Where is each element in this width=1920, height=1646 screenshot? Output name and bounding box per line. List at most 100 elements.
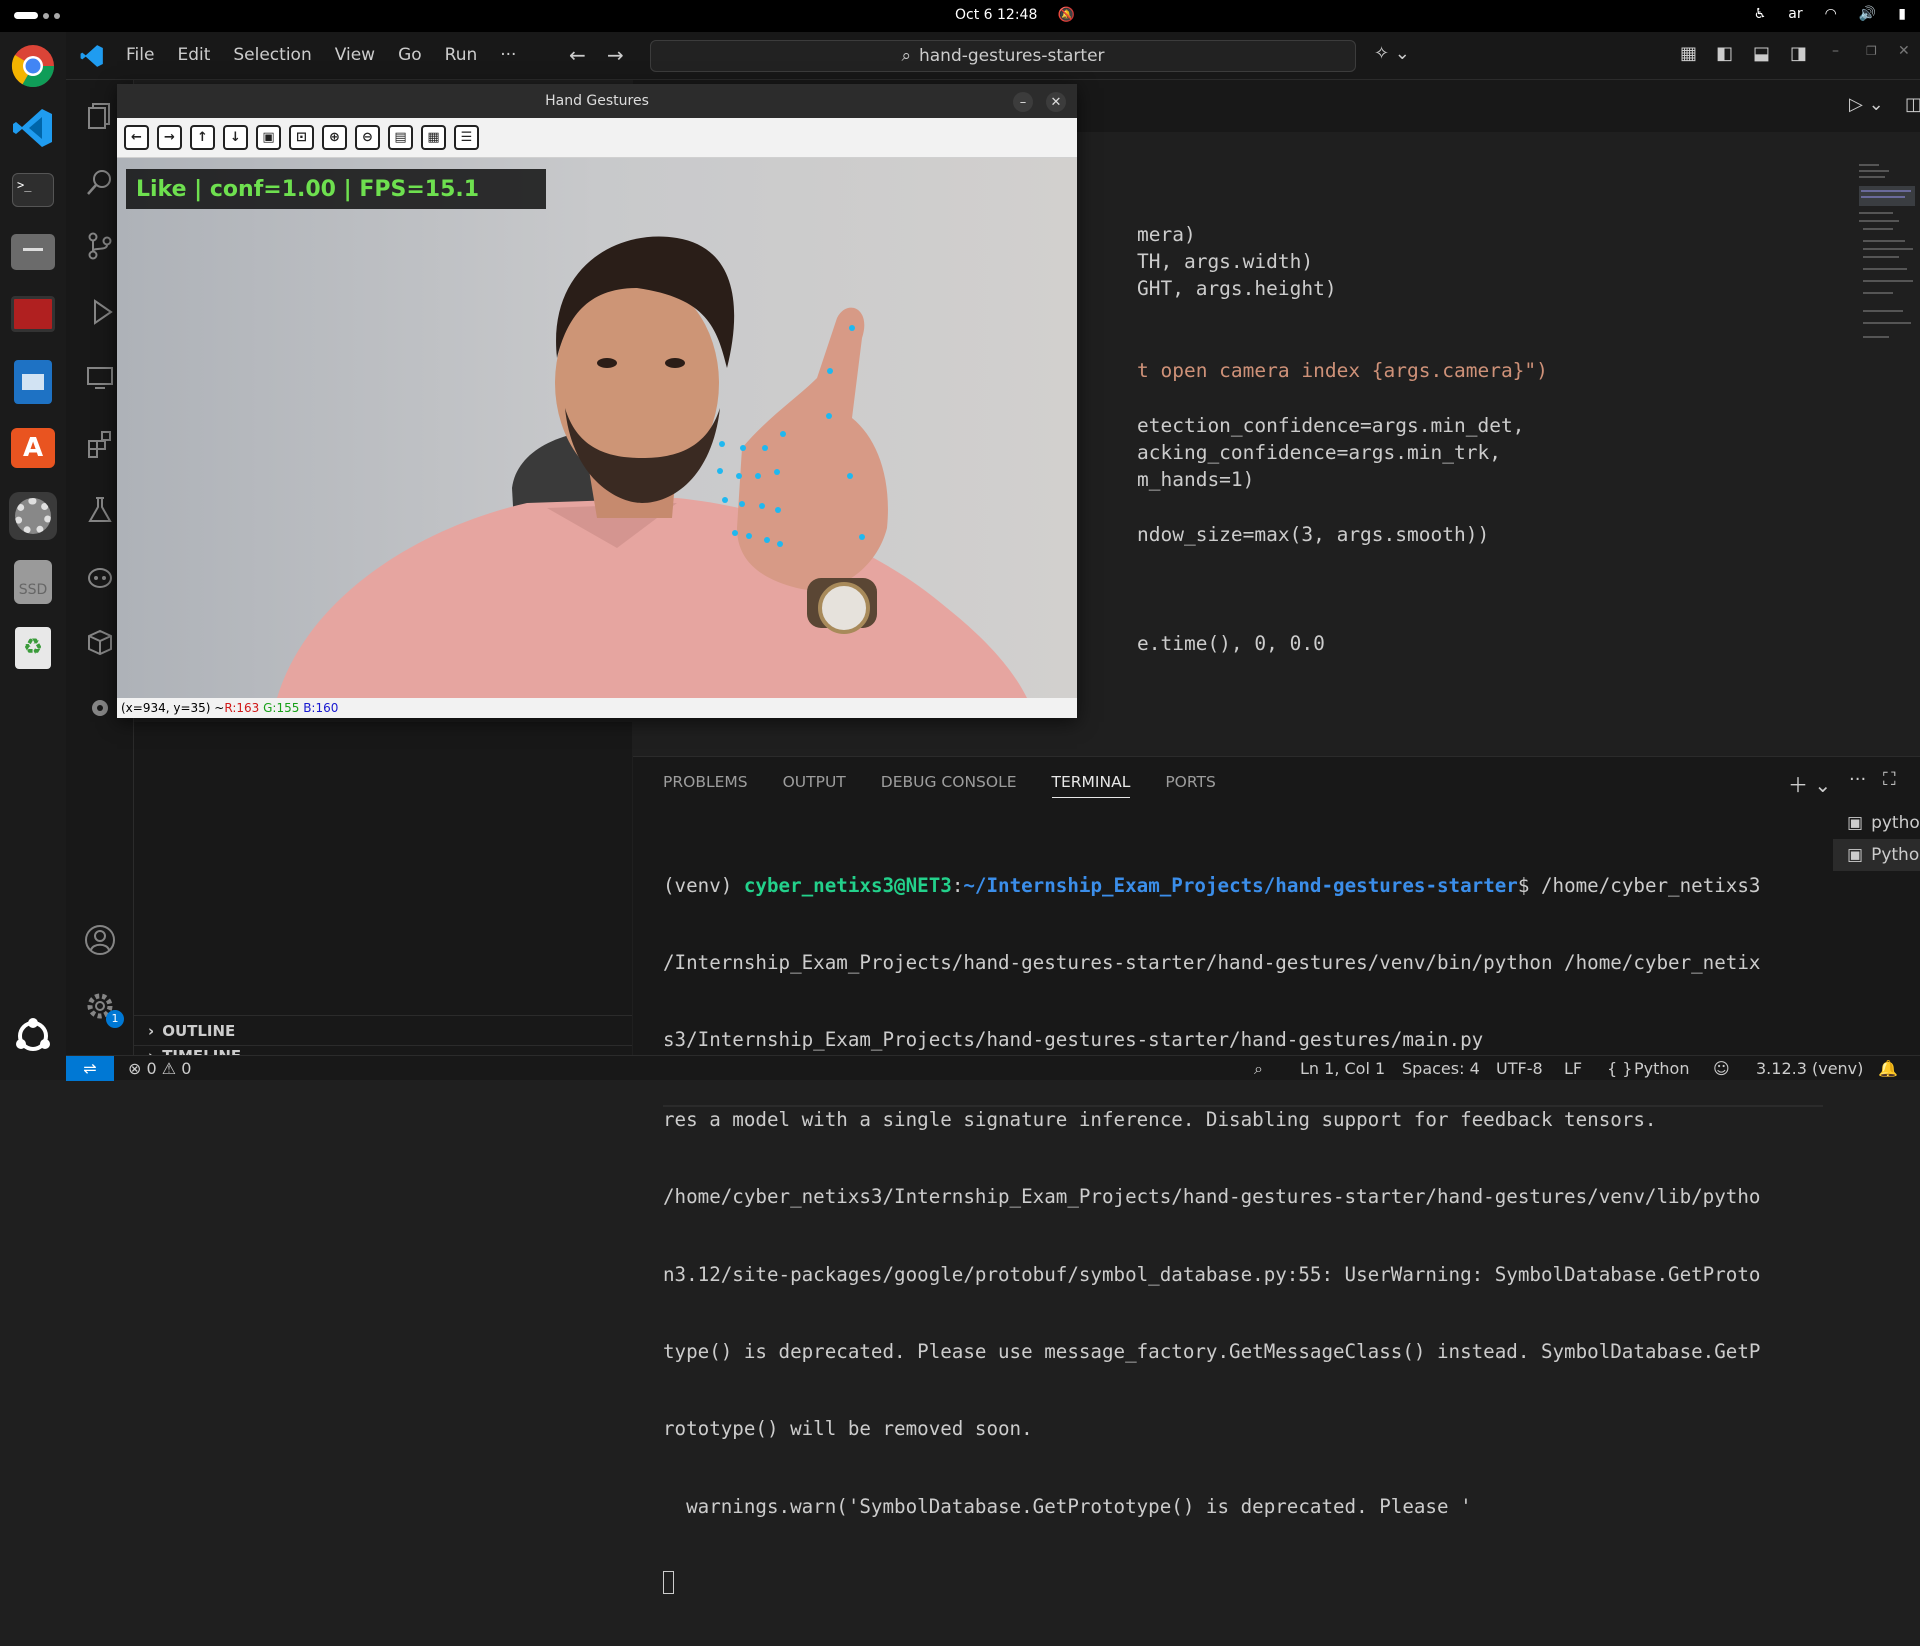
webcam-frame[interactable]: Like | conf=1.00 | FPS=15.1	[117, 158, 1077, 698]
battery-icon[interactable]: ▮	[1898, 6, 1906, 22]
hand-gestures-window[interactable]: Hand Gestures – ✕ ← → ↑ ↓ ▣ ⊡ ⊕ ⊖ ▤ ▦ ☰	[117, 84, 1077, 718]
activities-indicator[interactable]	[14, 12, 60, 19]
zoom-icon[interactable]: ⌕	[1254, 1059, 1263, 1079]
wifi-icon[interactable]: ◠	[1825, 6, 1837, 22]
chrome-icon[interactable]	[9, 42, 57, 90]
settings-icon[interactable]	[9, 492, 57, 540]
run-python-icon[interactable]: ▷ ⌄	[1849, 94, 1884, 115]
accessibility-icon[interactable]: ♿	[1754, 6, 1767, 22]
zoom-out-icon[interactable]: ⊖	[355, 125, 380, 150]
new-terminal-icon[interactable]: ＋ ⌄	[1788, 769, 1831, 798]
language-braces-icon[interactable]: { }	[1607, 1059, 1632, 1078]
indentation[interactable]: Spaces: 4	[1402, 1059, 1480, 1078]
menu-edit[interactable]: Edit	[177, 45, 210, 65]
tab-problems[interactable]: PROBLEMS	[663, 773, 748, 798]
code-line: t open camera index {args.camera}")	[1137, 359, 1548, 382]
copy-icon[interactable]: ▦	[421, 125, 446, 150]
maximize-icon[interactable]: ❐	[1866, 44, 1877, 58]
pan-right-icon[interactable]: →	[157, 125, 182, 150]
remote-explorer-icon[interactable]	[80, 358, 120, 398]
code-line: mera)	[1137, 223, 1196, 246]
terminal-line: /Internship_Exam_Projects/hand-gestures-…	[663, 950, 1761, 974]
toggle-secondary-sidebar-icon[interactable]: ◨	[1790, 43, 1807, 64]
remote-indicator-icon[interactable]: ⇌	[66, 1056, 114, 1081]
volume-icon[interactable]: 🔊	[1859, 6, 1876, 22]
containers-icon[interactable]	[80, 622, 120, 662]
window-title[interactable]: Hand Gestures	[117, 84, 1077, 118]
panel-more-icon[interactable]: ···	[1849, 769, 1866, 790]
search-view-icon[interactable]	[80, 162, 120, 202]
toggle-panel-icon[interactable]: ⬓	[1753, 43, 1770, 64]
properties-icon[interactable]: ☰	[454, 125, 479, 150]
terminal-output[interactable]: (venv) cyber_netixs3@NET3:~/Internship_E…	[663, 821, 1823, 1646]
vscode-icon[interactable]	[9, 104, 57, 152]
menu-go[interactable]: Go	[398, 45, 422, 65]
back-arrow-icon[interactable]: ←	[569, 43, 586, 67]
command-center-search[interactable]: ⌕ hand-gestures-starter	[650, 40, 1356, 72]
screen-recorder-icon[interactable]	[9, 290, 57, 338]
terminal-item-python3[interactable]: ▣python3...	[1833, 807, 1920, 839]
tab-output[interactable]: OUTPUT	[783, 773, 846, 798]
pan-down-icon[interactable]: ↓	[223, 125, 248, 150]
show-apps-icon[interactable]	[9, 1012, 57, 1060]
status-bar: ⇌ ⊗ 0 ⚠ 0 ⌕ Ln 1, Col 1 Spaces: 4 UTF-8 …	[66, 1055, 1920, 1081]
encoding[interactable]: UTF-8	[1496, 1059, 1543, 1078]
accounts-icon[interactable]	[80, 920, 120, 960]
python-interpreter[interactable]: 3.12.3 (venv)	[1756, 1059, 1863, 1078]
tab-debug-console[interactable]: DEBUG CONSOLE	[881, 773, 1017, 798]
copilot-chat-icon[interactable]	[80, 556, 120, 596]
minimap[interactable]	[1857, 160, 1917, 460]
menu-selection[interactable]: Selection	[233, 45, 311, 65]
language-mode[interactable]: Python	[1634, 1059, 1689, 1078]
maximize-panel-icon[interactable]: ⛶	[1883, 769, 1896, 790]
cursor-position[interactable]: Ln 1, Col 1	[1300, 1059, 1385, 1078]
tab-ports[interactable]: PORTS	[1165, 773, 1216, 798]
system-top-bar: Oct 6 12:48 🔕 ♿ ar ◠ 🔊 ▮	[0, 0, 1920, 32]
close-window-icon[interactable]: ✕	[1898, 43, 1910, 59]
split-editor-icon[interactable]: ◫	[1905, 94, 1920, 115]
trash-icon[interactable]: ♻	[9, 624, 57, 672]
menu-view[interactable]: View	[335, 45, 375, 65]
menu-run[interactable]: Run	[445, 45, 478, 65]
zoom-in-icon[interactable]: ⊕	[322, 125, 347, 150]
pan-up-icon[interactable]: ↑	[190, 125, 215, 150]
manage-gear-icon[interactable]: 1	[80, 986, 124, 1028]
menu-more[interactable]: ···	[500, 45, 516, 65]
toggle-sidebar-icon[interactable]: ◧	[1716, 43, 1733, 64]
app-center-icon[interactable]: A	[9, 424, 57, 472]
terminal-prompt-line: (venv) cyber_netixs3@NET3:~/Internship_E…	[663, 873, 1761, 897]
layout-icon[interactable]: ▦	[1680, 43, 1697, 64]
copilot-icon[interactable]: ✧ ⌄	[1374, 43, 1410, 64]
menu-file[interactable]: File	[126, 45, 154, 65]
explorer-icon[interactable]	[80, 96, 120, 136]
outline-section[interactable]: › OUTLINE	[134, 1015, 632, 1045]
zoom-fit-icon[interactable]: ⊡	[289, 125, 314, 150]
files-icon[interactable]	[9, 228, 57, 276]
clock[interactable]: Oct 6 12:48 🔕	[955, 7, 1075, 23]
tab-terminal[interactable]: TERMINAL	[1051, 773, 1131, 798]
terminal-icon[interactable]: >_	[9, 166, 57, 214]
terminal-item-python[interactable]: ▣Python	[1833, 839, 1920, 871]
forward-arrow-icon[interactable]: →	[607, 43, 624, 67]
run-debug-icon[interactable]	[80, 292, 120, 332]
pan-left-icon[interactable]: ←	[124, 125, 149, 150]
source-control-icon[interactable]	[80, 226, 120, 266]
minimize-icon[interactable]: –	[1832, 43, 1839, 59]
copilot-status-icon[interactable]: ☺	[1713, 1059, 1730, 1078]
writer-icon[interactable]	[9, 358, 57, 406]
testing-icon[interactable]	[80, 490, 120, 530]
save-icon[interactable]: ▤	[388, 125, 413, 150]
problems-indicator[interactable]: ⊗ 0 ⚠ 0	[128, 1059, 191, 1078]
line-ending[interactable]: LF	[1564, 1059, 1582, 1078]
chevron-right-icon: ›	[148, 1021, 155, 1040]
zoom-original-icon[interactable]: ▣	[256, 125, 281, 150]
extensions-icon[interactable]	[80, 424, 120, 464]
search-icon: ⌕	[901, 46, 911, 66]
docker-icon[interactable]	[80, 688, 120, 728]
input-language[interactable]: ar	[1788, 6, 1802, 22]
ssd-icon[interactable]: SSD	[9, 558, 57, 606]
window-close-icon[interactable]: ✕	[1046, 92, 1066, 112]
window-minimize-icon[interactable]: –	[1013, 92, 1033, 112]
notifications-bell-icon[interactable]: 🔔	[1878, 1059, 1898, 1078]
gesture-overlay: Like | conf=1.00 | FPS=15.1	[126, 169, 546, 209]
